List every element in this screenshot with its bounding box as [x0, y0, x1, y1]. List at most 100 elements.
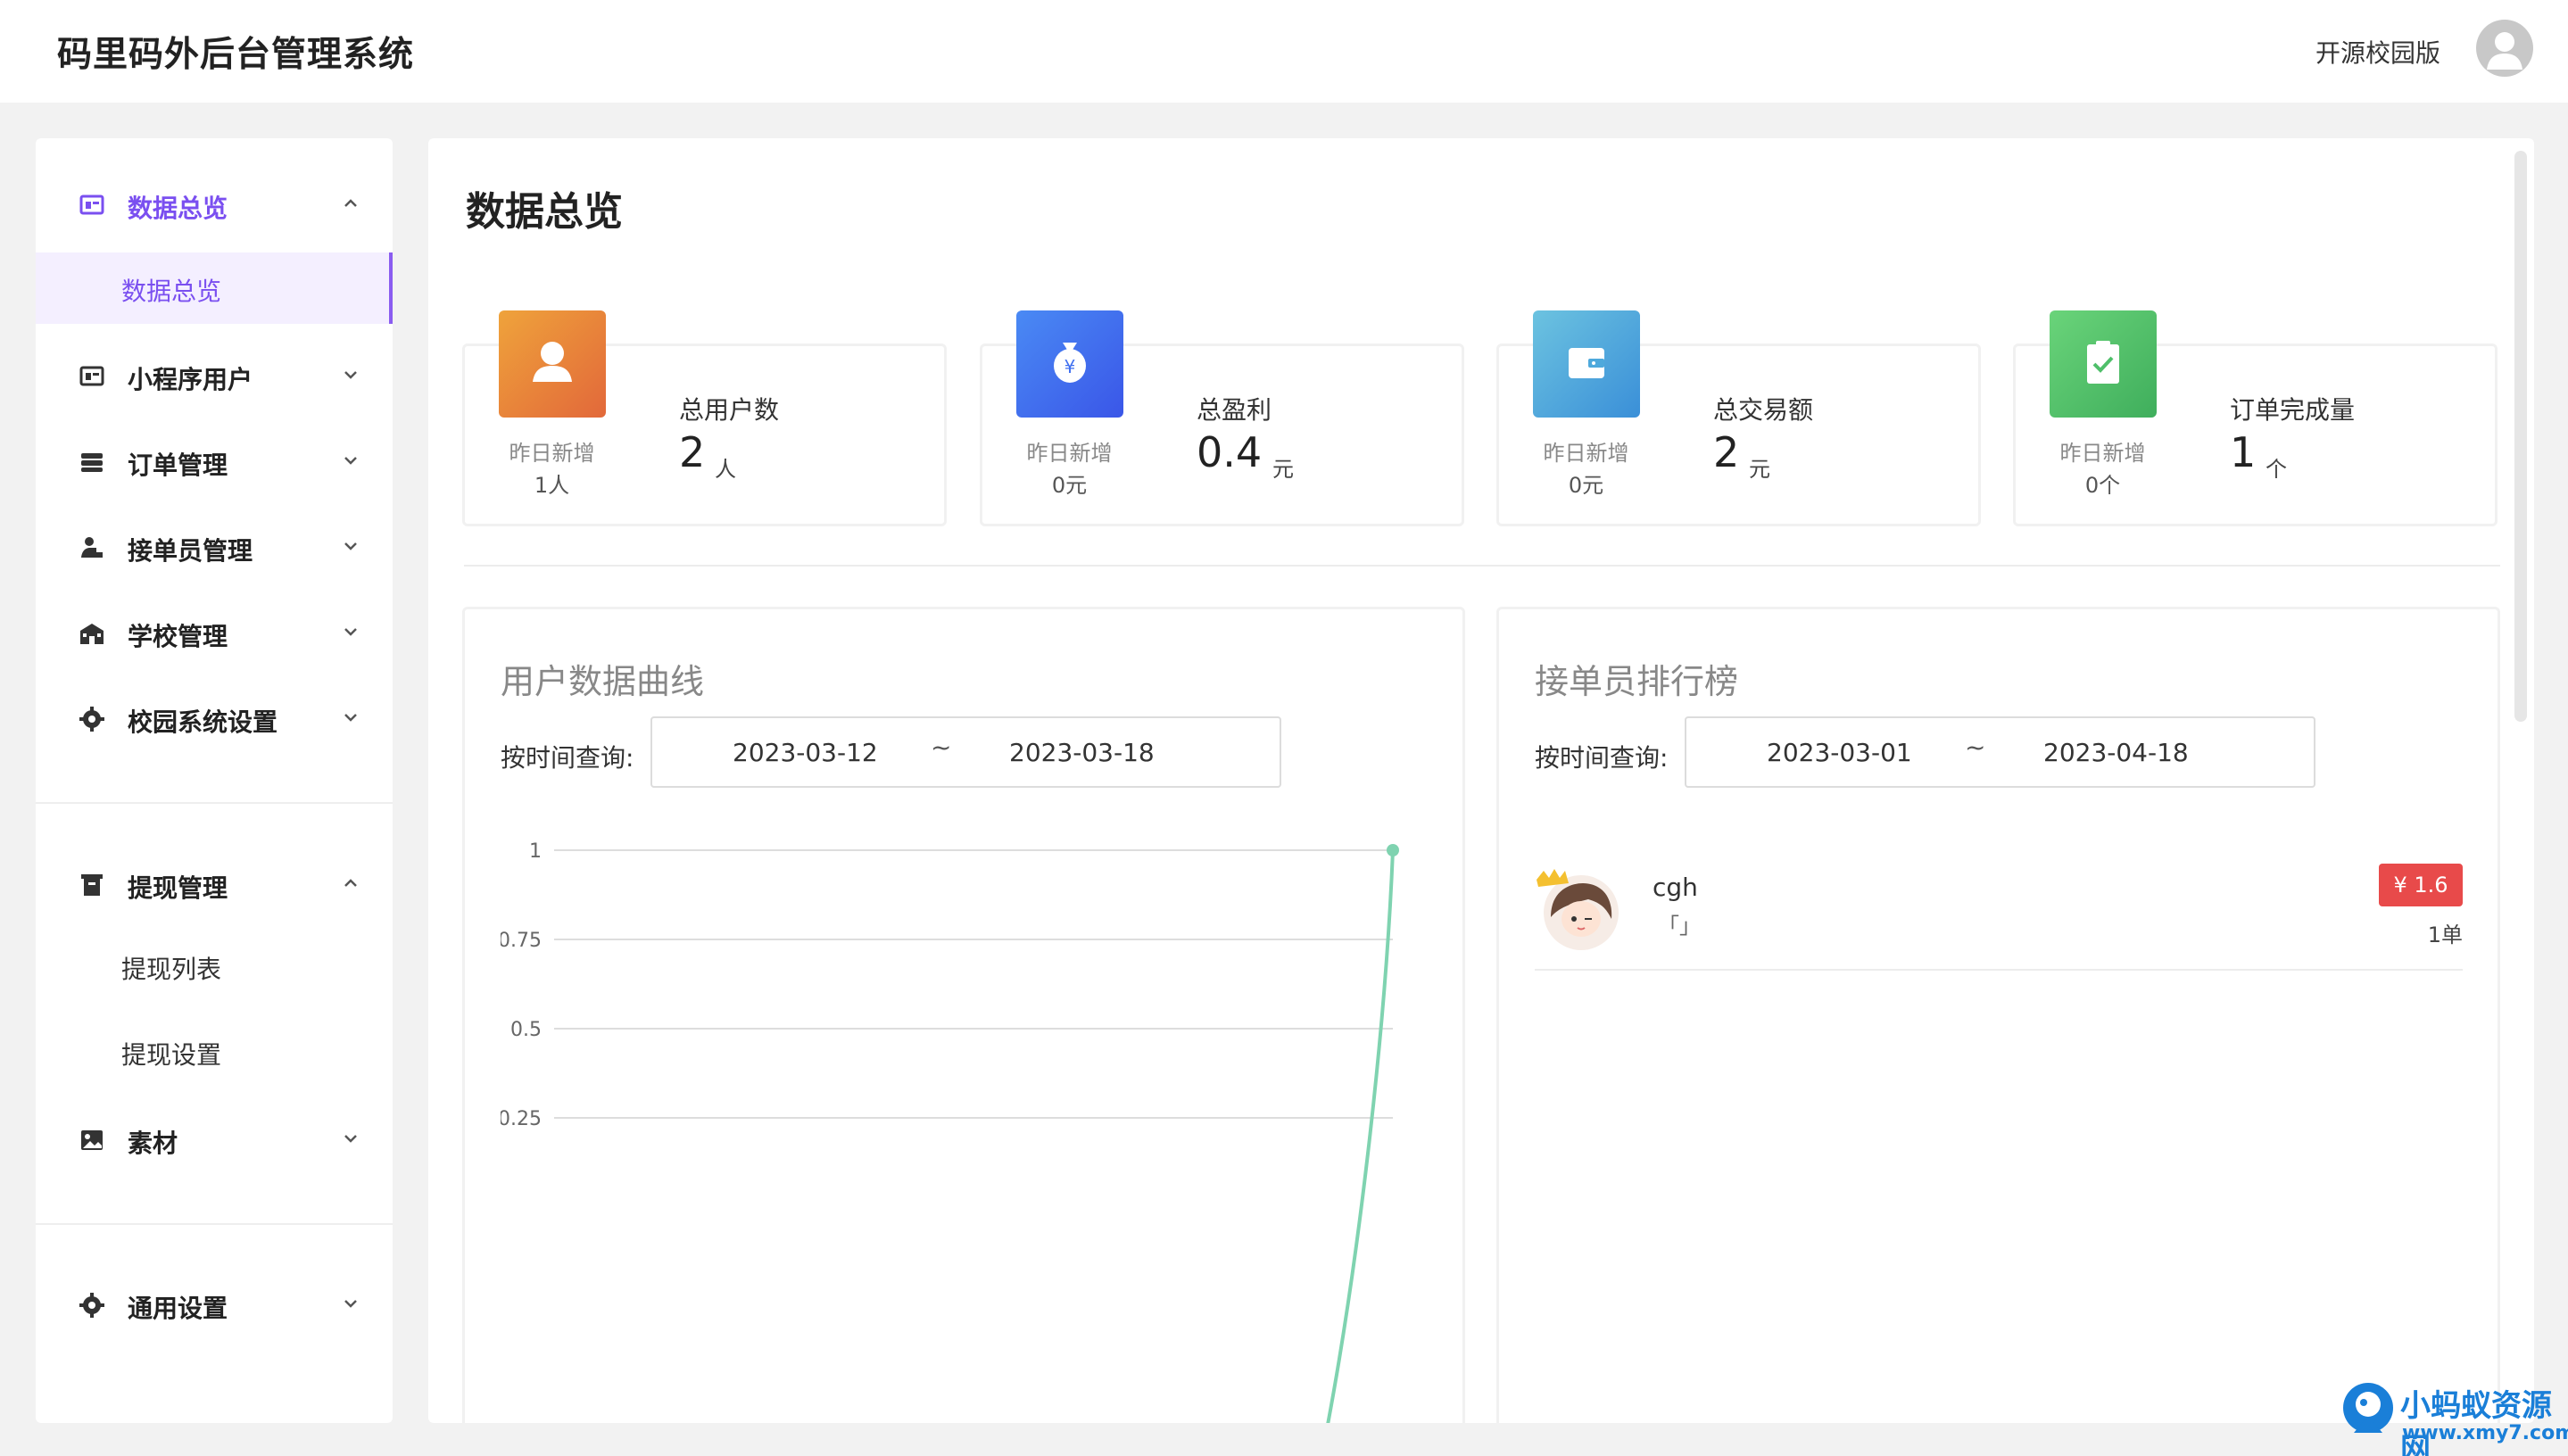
top-header: 码里码外后台管理系统 开源校园版	[0, 0, 2568, 103]
series-line	[1326, 849, 1395, 1423]
section-divider	[464, 565, 2500, 567]
start-date-input[interactable]: 2023-03-01	[1767, 738, 1912, 767]
order-count: 1单	[2427, 922, 2463, 947]
courier-sub: 「」	[1658, 914, 1701, 939]
stat-card-total-profit: ¥ 昨日新增 0元 总盈利 0.4 元	[980, 310, 1464, 526]
y-tick-label: 0.75	[501, 930, 542, 952]
end-date-input[interactable]: 2023-04-18	[2043, 738, 2189, 767]
sidebar-subitem-withdraw-list[interactable]: 提现列表	[36, 931, 393, 1002]
courier-ranking-panel: 接单员排行榜 按时间查询: 2023-03-01 ~ 2023-04-18 cg…	[1496, 607, 2500, 1423]
query-label: 按时间查询:	[1535, 743, 1669, 773]
courier-icon	[81, 537, 103, 558]
earnings-badge: ¥ 1.6	[2379, 864, 2463, 906]
stat-card-orders-completed: 昨日新增 0个 订单完成量 1 个	[2013, 310, 2498, 526]
sidebar-subitem-dashboard[interactable]: 数据总览	[36, 252, 393, 324]
stat-unit: 个	[2266, 457, 2287, 482]
sidebar-subitem-label: 提现设置	[121, 1040, 222, 1070]
date-range-picker[interactable]: 2023-03-12 ~ 2023-03-18	[650, 716, 1281, 788]
sidebar-subitem-withdraw-settings[interactable]: 提现设置	[36, 1016, 393, 1088]
sidebar-item-label: 素材	[128, 1129, 178, 1158]
stat-label: 总用户数	[679, 395, 780, 425]
y-tick-label: 0.5	[510, 1019, 542, 1041]
user-list-icon	[79, 366, 104, 386]
sidebar-item-dashboard[interactable]: 数据总览	[36, 174, 393, 236]
sidebar-item-school-management[interactable]: 学校管理	[36, 602, 393, 665]
end-date-input[interactable]: 2023-03-18	[1009, 738, 1155, 767]
sidebar-item-label: 小程序用户	[128, 365, 253, 394]
sidebar-item-label: 校园系统设置	[128, 707, 278, 737]
vertical-scrollbar[interactable]	[2514, 151, 2527, 722]
ranking-row[interactable]: cgh 「」 ¥ 1.6 1单	[1535, 846, 2463, 971]
stat-value: 2	[679, 428, 706, 476]
school-icon	[80, 624, 104, 644]
sidebar-item-label: 数据总览	[128, 194, 228, 223]
gear-icon	[79, 707, 104, 732]
watermark: 小蚂蚁资源网 www.xmy7.com	[2338, 1374, 2568, 1456]
stat-label: 总盈利	[1197, 395, 1272, 425]
edition-label[interactable]: 开源校园版	[2315, 34, 2440, 70]
stat-value: 1	[2230, 428, 2257, 476]
sidebar-item-label: 订单管理	[128, 451, 228, 480]
stat-sub-value: 0个	[2084, 473, 2121, 498]
ant-logo-icon	[2343, 1383, 2393, 1433]
sidebar-item-withdraw-management[interactable]: 提现管理	[36, 854, 393, 916]
panel-title: 接单员排行榜	[1535, 662, 1739, 701]
sidebar-item-miniapp-users[interactable]: 小程序用户	[36, 345, 393, 408]
date-separator: ~	[931, 732, 952, 762]
sidebar-subitem-label: 提现列表	[121, 955, 222, 984]
withdraw-icon	[81, 874, 103, 896]
date-range-picker[interactable]: 2023-03-01 ~ 2023-04-18	[1685, 716, 2315, 788]
sidebar-menu: 数据总览 数据总览 小程序用户 订单管理 接单员管理 学校管理 校园系统设置 提…	[36, 138, 393, 1423]
stat-sub-value: 0元	[1051, 473, 1088, 498]
y-tick-label: 0.25	[501, 1108, 542, 1130]
sidebar-item-materials[interactable]: 素材	[36, 1109, 393, 1171]
page-title: 数据总览	[466, 189, 623, 235]
start-date-input[interactable]: 2023-03-12	[733, 738, 878, 767]
sidebar-item-label: 通用设置	[128, 1294, 228, 1323]
courier-avatar	[1535, 864, 1624, 953]
watermark-text: 小蚂蚁资源网	[2400, 1388, 2552, 1456]
main-content: 数据总览 昨日新增 1人 总用户数 2 人 ¥ 昨日新增 0元 总盈利 0.4 …	[428, 138, 2534, 1423]
user-avatar-icon[interactable]	[2476, 20, 2533, 77]
stat-value: 2	[1713, 428, 1740, 476]
stat-label: 总交易额	[1713, 395, 1814, 425]
stat-unit: 元	[1749, 457, 1770, 482]
stat-sub-label: 昨日新增	[509, 441, 595, 466]
stat-sub-label: 昨日新增	[1543, 441, 1629, 466]
chevron-up-icon	[344, 199, 357, 207]
order-icon	[81, 453, 103, 472]
sidebar-divider	[36, 1223, 393, 1225]
sidebar-divider	[36, 802, 393, 804]
stat-label: 订单完成量	[2230, 395, 2356, 425]
chevron-down-icon	[344, 628, 357, 636]
watermark-url: www.xmy7.com	[2402, 1422, 2568, 1444]
stat-value: 0.4	[1197, 428, 1263, 476]
user-chart-panel: 用户数据曲线 按时间查询: 2023-03-12 ~ 2023-03-18 1 0…	[462, 607, 1465, 1423]
chevron-down-icon	[344, 371, 357, 379]
stat-sub-label: 昨日新增	[1026, 441, 1113, 466]
clipboard-check-icon	[2050, 310, 2157, 418]
sidebar-item-courier-management[interactable]: 接单员管理	[36, 517, 393, 579]
sidebar-item-campus-settings[interactable]: 校园系统设置	[36, 688, 393, 750]
app-title: 码里码外后台管理系统	[57, 35, 415, 75]
stat-unit: 人	[715, 457, 736, 482]
sidebar-item-label: 提现管理	[128, 873, 228, 903]
data-point[interactable]	[1387, 844, 1399, 856]
courier-name: cgh	[1653, 873, 1698, 902]
dashboard-icon	[79, 194, 104, 215]
image-icon	[81, 1130, 103, 1150]
chevron-down-icon	[344, 1135, 357, 1143]
gear-icon	[79, 1293, 104, 1318]
user-icon	[499, 310, 606, 418]
stat-sub-label: 昨日新增	[2059, 441, 2146, 466]
date-separator: ~	[1965, 732, 1986, 762]
sidebar-subitem-label: 数据总览	[121, 277, 222, 306]
sidebar-item-general-settings[interactable]: 通用设置	[36, 1274, 393, 1336]
stat-sub-value: 1人	[534, 473, 570, 498]
stat-card-total-transactions: 昨日新增 0元 总交易额 2 元	[1496, 310, 1981, 526]
sidebar-item-orders[interactable]: 订单管理	[36, 431, 393, 493]
stat-unit: 元	[1272, 457, 1294, 482]
query-label: 按时间查询:	[501, 743, 634, 773]
user-data-line-chart: 1 0.75 0.5 0.25	[501, 840, 1399, 1423]
svg-text:¥: ¥	[1064, 356, 1076, 377]
